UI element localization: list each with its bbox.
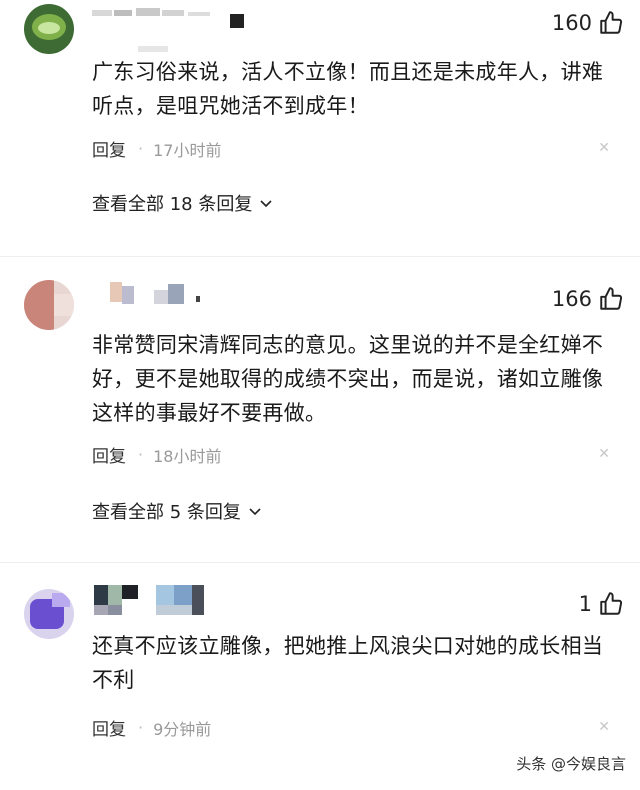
like-button[interactable]: 160 bbox=[552, 10, 624, 36]
username-mosaic[interactable] bbox=[92, 282, 222, 306]
avatar[interactable] bbox=[24, 280, 74, 330]
reply-button[interactable]: 回复 bbox=[92, 442, 126, 467]
divider bbox=[0, 562, 640, 563]
like-count: 1 bbox=[578, 592, 592, 616]
avatar[interactable] bbox=[24, 589, 74, 639]
username-mosaic[interactable] bbox=[92, 585, 232, 615]
reply-button[interactable]: 回复 bbox=[92, 715, 126, 740]
username-mosaic[interactable] bbox=[92, 6, 252, 52]
thumbs-up-icon bbox=[600, 287, 623, 310]
comment-text: 还真不应该立雕像，把她推上风浪尖口对她的成长相当不利 bbox=[92, 634, 604, 692]
timestamp: 17小时前 bbox=[153, 140, 222, 160]
avatar[interactable] bbox=[24, 4, 74, 54]
chevron-down-icon bbox=[249, 508, 261, 516]
like-count: 166 bbox=[551, 287, 592, 311]
timestamp: 9分钟前 bbox=[153, 719, 212, 739]
comment-1: 160 广东习俗来说，活人不立像！而且还是未成年人，讲难听点，是咀咒她活不到成年… bbox=[0, 0, 640, 250]
close-icon[interactable]: ✕ bbox=[598, 446, 610, 462]
chevron-down-icon bbox=[260, 200, 272, 208]
comment-text: 非常赞同宋清辉同志的意见。这里说的并不是全红婵不好，更不是她取得的成绩不突出，而… bbox=[92, 333, 604, 425]
comment-meta: 回复 · 9分钟前 bbox=[92, 715, 211, 740]
divider bbox=[0, 256, 640, 257]
like-button[interactable]: 1 bbox=[579, 591, 624, 617]
watermark-text: 头条 @今娱良言 bbox=[516, 755, 626, 773]
separator-dot: · bbox=[138, 718, 144, 737]
close-icon[interactable]: ✕ bbox=[598, 719, 610, 735]
view-all-label: 查看全部 18 条回复 bbox=[92, 194, 253, 215]
close-icon[interactable]: ✕ bbox=[598, 140, 610, 156]
timestamp: 18小时前 bbox=[153, 446, 222, 466]
thumbs-up-icon bbox=[600, 592, 623, 615]
separator-dot: · bbox=[138, 139, 144, 158]
like-button[interactable]: 166 bbox=[552, 286, 624, 312]
comment-3: 1 还真不应该立雕像，把她推上风浪尖口对她的成长相当不利 回复 · 9分钟前 ✕ bbox=[0, 575, 640, 755]
watermark: 头条 @今娱良言 bbox=[516, 753, 626, 774]
view-all-replies-button[interactable]: 查看全部 18 条回复 bbox=[92, 190, 274, 216]
like-count: 160 bbox=[551, 11, 592, 35]
comment-text: 广东习俗来说，活人不立像！而且还是未成年人，讲难听点，是咀咒她活不到成年！ bbox=[92, 60, 604, 118]
separator-dot: · bbox=[138, 445, 144, 464]
view-all-label: 查看全部 5 条回复 bbox=[92, 502, 241, 523]
reply-button[interactable]: 回复 bbox=[92, 136, 126, 161]
comment-meta: 回复 · 18小时前 bbox=[92, 442, 221, 467]
view-all-replies-button[interactable]: 查看全部 5 条回复 bbox=[92, 498, 263, 524]
thumbs-up-icon bbox=[600, 11, 623, 34]
comment-2: 166 非常赞同宋清辉同志的意见。这里说的并不是全红婵不好，更不是她取得的成绩不… bbox=[0, 270, 640, 540]
comment-meta: 回复 · 17小时前 bbox=[92, 136, 221, 161]
